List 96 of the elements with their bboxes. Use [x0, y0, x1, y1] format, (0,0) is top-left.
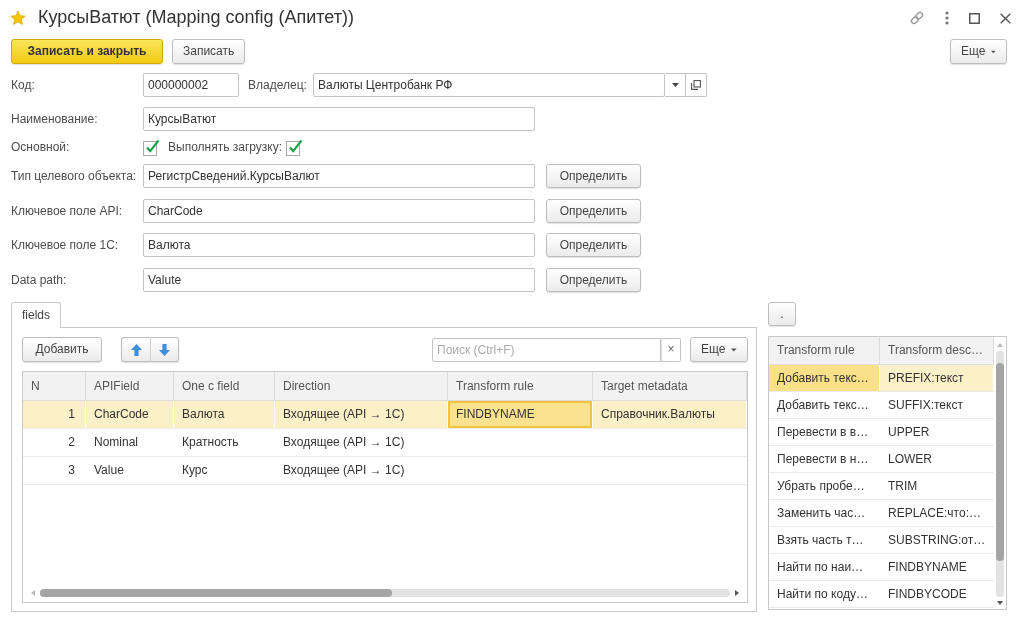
column-header[interactable]: Transform rule	[769, 337, 880, 364]
field-label: Data path:	[11, 272, 68, 288]
arrow-up-icon	[130, 343, 142, 356]
caret-icon	[991, 49, 996, 54]
table-cell-text: REPLACE:что:…	[887, 504, 982, 522]
table-cell-text: Найти по наи…	[776, 558, 865, 576]
table-cell: Справочник.Валюты	[593, 401, 747, 428]
scroll-down-icon[interactable]	[997, 601, 1003, 605]
table-cell-text: Кратность	[181, 434, 240, 452]
add-button[interactable]: Добавить	[22, 337, 102, 362]
scrollbar-track[interactable]	[40, 589, 730, 597]
field-label: Наименование:	[11, 111, 99, 127]
table-cell-text: Заменить час…	[776, 504, 867, 522]
table-cell-text: TRIM	[887, 477, 919, 495]
table-cell-text: Value	[93, 462, 125, 480]
table-cell-text: Найти по коду…	[776, 585, 869, 603]
save-button[interactable]: Записать	[172, 39, 246, 64]
field-label: Основной:	[11, 140, 71, 155]
search-field[interactable]: Поиск (Ctrl+F)	[432, 337, 661, 362]
caret-icon	[731, 347, 737, 352]
table-cell: Валюта	[174, 401, 275, 428]
table-row[interactable]: 1 CharCode Валюта Входящее (API → 1С) FINDBYNAME Справочник.Валюты	[23, 401, 747, 429]
field-label: Код:	[11, 77, 36, 93]
define-button[interactable]: Определить	[546, 164, 641, 188]
column-header[interactable]: APIField	[86, 372, 174, 400]
table-cell: 1	[23, 401, 86, 428]
scrollbar-track[interactable]	[996, 351, 1004, 597]
table-cell: PREFIX:текст	[880, 365, 994, 391]
checkbox[interactable]	[286, 139, 304, 156]
overlapping-squares-icon	[691, 80, 701, 90]
clear-button[interactable]: ×	[661, 337, 681, 362]
table-cell: Добавить текс…	[769, 365, 880, 391]
input-field[interactable]: Valute	[143, 268, 535, 292]
column-header[interactable]: Direction	[275, 372, 448, 400]
dot-button[interactable]: .	[768, 302, 796, 326]
move-up-button[interactable]	[121, 337, 150, 362]
table-cell: FINDBYNAME	[448, 401, 593, 428]
checkbox[interactable]	[143, 139, 160, 156]
table-row[interactable]: Добавить текс… PREFIX:текст	[769, 365, 994, 392]
input-field[interactable]: Валюта	[143, 233, 535, 257]
table-cell-text: Перевести в н…	[776, 450, 870, 468]
owner-field[interactable]: Валюты Центробанк РФ	[313, 73, 665, 97]
table-cell-text: SUFFIX:текст	[887, 396, 964, 414]
link-icon[interactable]	[909, 10, 925, 26]
field-label: Владелец:	[248, 77, 308, 93]
tab[interactable]: fields	[11, 302, 61, 328]
define-button[interactable]: Определить	[546, 268, 641, 292]
code-field[interactable]: 000000002	[143, 73, 239, 97]
column-header[interactable]: Target metadata	[593, 372, 747, 400]
column-header[interactable]: Transform desc…	[880, 337, 994, 364]
table-cell-text: 2	[67, 434, 76, 452]
table-cell-text: Входящее (API → 1С)	[282, 434, 406, 452]
table-cell-text: Взять часть т…	[776, 531, 865, 549]
scrollbar-thumb[interactable]	[996, 363, 1004, 561]
vertical-dots-icon[interactable]	[945, 11, 949, 25]
define-button[interactable]: Определить	[546, 199, 641, 223]
table-cell-text: FINDBYNAME	[887, 558, 968, 576]
more-button[interactable]: Еще	[950, 39, 1007, 64]
table-cell-text: LOWER	[887, 450, 933, 468]
column-header[interactable]: N	[23, 372, 86, 400]
table-cell-text: Добавить текс…	[776, 396, 870, 414]
dropdown-button[interactable]	[665, 73, 686, 97]
scrollbar-thumb[interactable]	[40, 589, 392, 597]
more-button[interactable]: Еще	[690, 337, 748, 362]
table-cell-text: Nominal	[93, 434, 139, 452]
scroll-left-icon[interactable]	[31, 590, 35, 596]
scroll-up-icon[interactable]	[997, 343, 1003, 347]
table-cell-text: UPPER	[887, 423, 931, 441]
window-title: КурсыВатют (Mapping config (Апитет))	[38, 7, 354, 29]
maximize-icon[interactable]	[969, 12, 980, 24]
column-header[interactable]: One c field	[174, 372, 275, 400]
define-button[interactable]: Определить	[546, 233, 641, 257]
save-close-button[interactable]: Записать и закрыть	[11, 39, 163, 64]
checkbox-label: Выполнять загрузку:	[168, 140, 283, 155]
table-cell-text: FINDBYCODE	[887, 585, 968, 603]
table-cell-text: SUBSTRING:от…	[887, 531, 987, 549]
table-cell-text: Курс	[181, 462, 209, 480]
field-label: Ключевое поле API:	[11, 203, 124, 219]
table-cell-text: Перевести в в…	[776, 423, 870, 441]
table-cell-text: Убрать пробе…	[776, 477, 866, 495]
scroll-right-icon[interactable]	[735, 590, 739, 596]
column-header[interactable]: Transform rule	[448, 372, 593, 400]
input-field[interactable]: CharCode	[143, 199, 535, 223]
table-cell-text: Входящее (API → 1С)	[282, 462, 406, 480]
star-icon[interactable]	[10, 10, 26, 26]
arrow-down-icon	[159, 343, 170, 356]
close-icon[interactable]	[1000, 12, 1011, 24]
open-button[interactable]	[686, 73, 707, 97]
field-label: Тип целевого объекта:	[11, 168, 138, 184]
field-label: Ключевое поле 1С:	[11, 237, 120, 253]
input-field[interactable]: РегистрСведений.КурсыВалют	[143, 164, 535, 188]
table-cell: CharCode	[86, 401, 174, 428]
move-down-button[interactable]	[150, 337, 179, 362]
name-field[interactable]: КурсыВатют	[143, 107, 535, 131]
table-cell-text: 3	[67, 462, 76, 480]
caret-icon	[671, 83, 679, 87]
